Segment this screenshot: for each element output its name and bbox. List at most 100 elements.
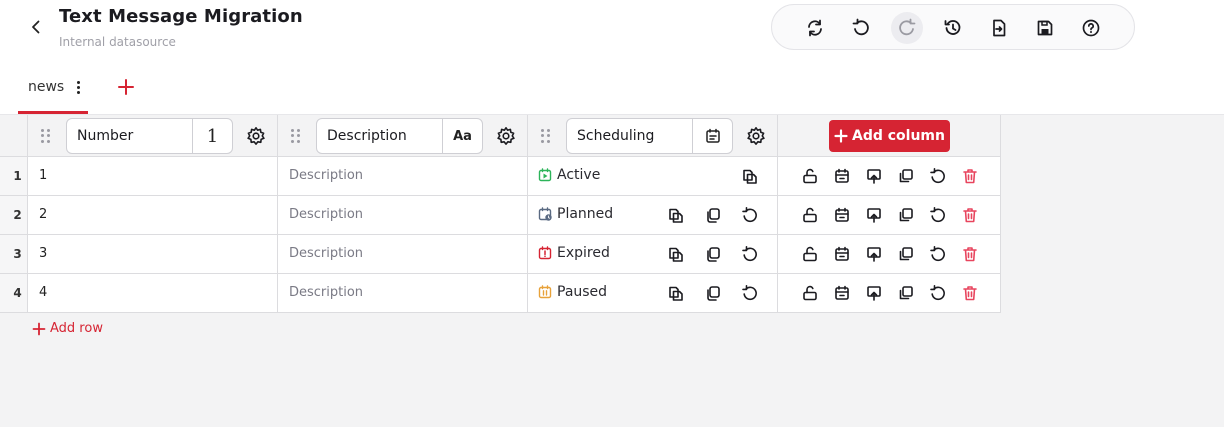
- tab-bar: news: [0, 60, 1224, 115]
- duplicate-schedule-button[interactable]: [704, 206, 722, 224]
- copy-schedule-button[interactable]: [741, 167, 759, 185]
- undo-row-button[interactable]: [929, 206, 947, 224]
- publish-row-button[interactable]: [865, 206, 883, 224]
- number-type-icon: 1: [206, 125, 219, 147]
- redo-button[interactable]: [891, 12, 923, 44]
- description-cell[interactable]: Description: [289, 207, 363, 222]
- chevron-left-icon: [32, 20, 40, 34]
- refresh-icon: [808, 19, 822, 37]
- drag-handle-icon[interactable]: [41, 129, 51, 143]
- publish-icon: [867, 208, 881, 223]
- unlock-row-button[interactable]: [801, 167, 819, 185]
- status-badge[interactable]: Planned: [538, 206, 613, 222]
- schedule-row-button[interactable]: [833, 206, 851, 224]
- description-cell[interactable]: Description: [289, 168, 363, 183]
- column-settings-button[interactable]: [496, 126, 516, 146]
- column-settings-button[interactable]: [746, 126, 766, 146]
- save-button[interactable]: [1029, 12, 1061, 44]
- drag-handle-icon[interactable]: [541, 129, 551, 143]
- reset-schedule-button[interactable]: [741, 284, 759, 302]
- publish-icon: [867, 247, 881, 262]
- history-button[interactable]: [937, 12, 969, 44]
- text-type-icon: Aa: [453, 128, 472, 144]
- clone-row-button[interactable]: [897, 284, 915, 302]
- copy-schedule-button[interactable]: [667, 245, 685, 263]
- column-settings-button[interactable]: [246, 126, 266, 146]
- column-type-number[interactable]: 1: [192, 119, 232, 153]
- schedule-row-button[interactable]: [833, 245, 851, 263]
- column-name-field[interactable]: Number 1: [66, 118, 233, 154]
- undo-row-button[interactable]: [929, 245, 947, 263]
- undo-button[interactable]: [845, 12, 877, 44]
- reset-schedule-button[interactable]: [741, 206, 759, 224]
- duplicate-schedule-button[interactable]: [704, 245, 722, 263]
- status-badge[interactable]: Active: [538, 167, 600, 183]
- publish-row-button[interactable]: [865, 284, 883, 302]
- status-badge[interactable]: Expired: [538, 245, 610, 261]
- status-badge[interactable]: Paused: [538, 284, 607, 300]
- number-cell[interactable]: 4: [39, 285, 47, 300]
- export-button[interactable]: [983, 12, 1015, 44]
- publish-row-button[interactable]: [865, 245, 883, 263]
- status-label: Active: [557, 167, 601, 183]
- plus-icon: [834, 129, 848, 143]
- reset-schedule-button[interactable]: [741, 245, 759, 263]
- undo-row-button[interactable]: [929, 167, 947, 185]
- tab-news[interactable]: news: [18, 60, 88, 114]
- data-table: Number 1 Description Aa Scheduling Add c…: [0, 115, 1001, 313]
- column-type-text[interactable]: Aa: [442, 119, 482, 153]
- status-label: Expired: [557, 245, 610, 261]
- unlock-icon: [803, 246, 817, 262]
- help-button[interactable]: [1075, 12, 1107, 44]
- copy-schedule-button[interactable]: [667, 284, 685, 302]
- number-cell[interactable]: 1: [39, 168, 47, 183]
- drag-handle-icon[interactable]: [291, 129, 301, 143]
- trash-icon: [963, 169, 977, 184]
- redo-icon: [899, 18, 916, 36]
- clone-icon: [899, 286, 913, 300]
- undo-row-button[interactable]: [929, 284, 947, 302]
- column-name-field[interactable]: Description Aa: [316, 118, 483, 154]
- publish-icon: [867, 286, 881, 301]
- unlock-row-button[interactable]: [801, 245, 819, 263]
- column-type-scheduling[interactable]: [692, 119, 732, 153]
- clone-icon: [899, 247, 913, 261]
- schedule-row-button[interactable]: [833, 167, 851, 185]
- unlock-icon: [803, 285, 817, 301]
- undo-icon: [930, 246, 945, 262]
- status-label: Planned: [557, 206, 614, 222]
- row-index: 4: [0, 274, 28, 312]
- delete-row-button[interactable]: [961, 167, 979, 185]
- clone-row-button[interactable]: [897, 245, 915, 263]
- unlock-row-button[interactable]: [801, 206, 819, 224]
- duplicate-schedule-button[interactable]: [704, 284, 722, 302]
- row-index: 3: [0, 235, 28, 273]
- plus-icon: [118, 79, 134, 95]
- page-subtitle: Internal datasource: [59, 35, 176, 49]
- description-cell[interactable]: Description: [289, 246, 363, 261]
- add-row-button[interactable]: Add row: [32, 321, 103, 336]
- column-name-field[interactable]: Scheduling: [566, 118, 733, 154]
- delete-row-button[interactable]: [961, 206, 979, 224]
- delete-row-button[interactable]: [961, 245, 979, 263]
- toolbar: [771, 4, 1135, 50]
- clone-icon: [899, 169, 913, 183]
- description-cell[interactable]: Description: [289, 285, 363, 300]
- schedule-row-button[interactable]: [833, 284, 851, 302]
- number-cell[interactable]: 2: [39, 207, 47, 222]
- tab-menu-icon[interactable]: [72, 78, 84, 96]
- copy-schedule-button[interactable]: [667, 206, 685, 224]
- refresh-button[interactable]: [799, 12, 831, 44]
- add-column-button[interactable]: Add column: [829, 120, 950, 152]
- unlock-row-button[interactable]: [801, 284, 819, 302]
- clone-row-button[interactable]: [897, 206, 915, 224]
- history-icon: [944, 20, 961, 35]
- table-row: 4 4 Description Paused: [0, 274, 1001, 313]
- back-button[interactable]: [24, 15, 48, 39]
- add-tab-button[interactable]: [116, 77, 136, 97]
- publish-row-button[interactable]: [865, 167, 883, 185]
- clone-row-button[interactable]: [897, 167, 915, 185]
- table-row: 2 2 Description Planned: [0, 196, 1001, 235]
- delete-row-button[interactable]: [961, 284, 979, 302]
- number-cell[interactable]: 3: [39, 246, 47, 261]
